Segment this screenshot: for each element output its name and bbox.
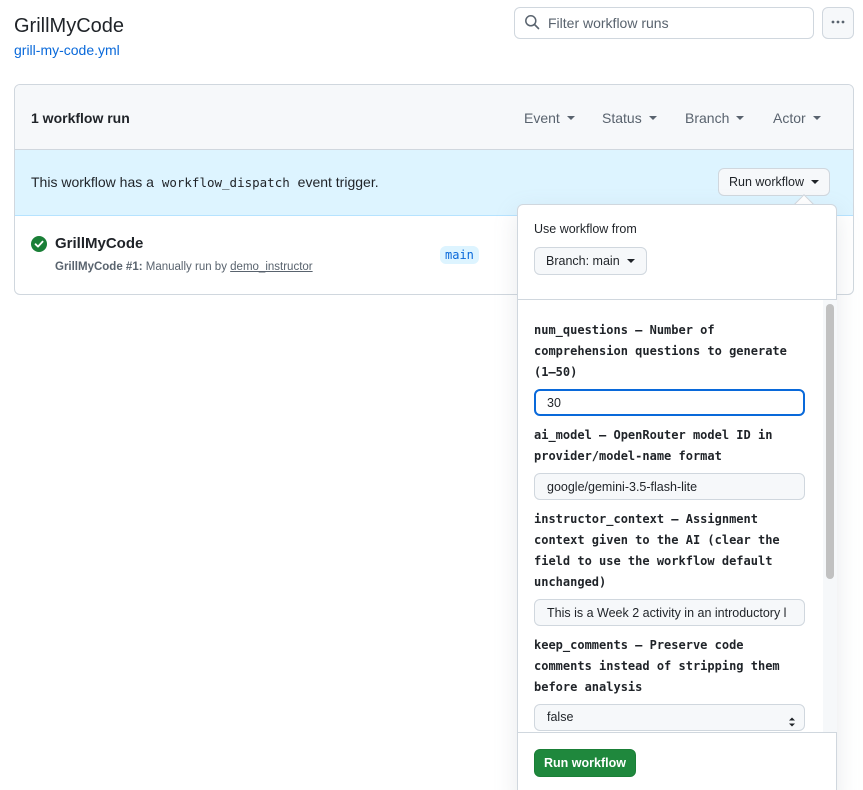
- branch-filter-dropdown[interactable]: Branch: [685, 110, 745, 126]
- ai-model-input[interactable]: [534, 473, 805, 500]
- select-arrows-icon: [788, 712, 796, 727]
- workflow-title: GrillMyCode: [14, 15, 125, 37]
- workflow-file-link[interactable]: grill-my-code.yml: [14, 42, 120, 58]
- runs-count: 1 workflow run: [31, 110, 130, 126]
- status-filter-dropdown[interactable]: Status: [602, 110, 657, 126]
- filter-runs-box[interactable]: [514, 7, 814, 39]
- caret-down-icon: [648, 116, 657, 120]
- event-filter-label: Event: [524, 110, 560, 126]
- keep-comments-value: false: [547, 710, 574, 724]
- banner-text-before: This workflow has a: [31, 174, 154, 190]
- branch-select-label: Branch: main: [546, 254, 620, 268]
- banner-code: workflow_dispatch: [161, 175, 290, 190]
- branch-select-button[interactable]: Branch: main: [534, 247, 647, 275]
- keep-comments-select[interactable]: false: [534, 704, 805, 731]
- keep-comments-label: keep_comments – Preserve code comments i…: [534, 638, 780, 694]
- branch-filter-label: Branch: [685, 110, 730, 126]
- search-icon: [524, 14, 540, 33]
- num-questions-input[interactable]: [534, 389, 805, 416]
- caret-down-icon: [626, 259, 635, 263]
- banner-text: This workflow has a workflow_dispatch ev…: [31, 174, 379, 190]
- run-number: GrillMyCode #1:: [55, 261, 143, 273]
- scrollbar-thumb[interactable]: [826, 304, 834, 579]
- kebab-horizontal-icon: [830, 14, 846, 33]
- num-questions-label: num_questions – Number of comprehension …: [534, 323, 787, 379]
- instructor-context-input[interactable]: [534, 599, 805, 626]
- branch-tag[interactable]: main: [440, 246, 479, 264]
- runs-header: 1 workflow run Event Status Branch Actor: [15, 85, 853, 150]
- caret-down-icon: [812, 116, 821, 120]
- divider: [518, 732, 836, 733]
- run-actor-link[interactable]: demo_instructor: [230, 261, 312, 273]
- run-workflow-dropdown-label: Run workflow: [729, 175, 805, 189]
- ai-model-label: ai_model – OpenRouter model ID in provid…: [534, 428, 773, 463]
- run-workflow-submit-button[interactable]: Run workflow: [534, 749, 636, 777]
- event-filter-dropdown[interactable]: Event: [524, 110, 575, 126]
- run-title[interactable]: GrillMyCode: [55, 235, 143, 252]
- run-meta: GrillMyCode #1: Manually run by demo_ins…: [55, 261, 313, 273]
- use-workflow-from-label: Use workflow from: [534, 222, 637, 236]
- filter-runs-input[interactable]: [548, 15, 798, 31]
- inputs-scroll-area[interactable]: num_questions – Number of comprehension …: [518, 300, 836, 732]
- status-filter-label: Status: [602, 110, 642, 126]
- caret-down-icon: [566, 116, 575, 120]
- run-trigger-text: Manually run by: [145, 261, 227, 273]
- actor-filter-label: Actor: [773, 110, 806, 126]
- banner-text-after: event trigger.: [297, 174, 379, 190]
- more-options-button[interactable]: [822, 7, 854, 39]
- caret-down-icon: [736, 116, 745, 120]
- run-workflow-panel: Use workflow from Branch: main num_quest…: [517, 204, 837, 790]
- run-workflow-dropdown-button[interactable]: Run workflow: [718, 168, 831, 196]
- instructor-context-label: instructor_context – Assignment context …: [534, 512, 780, 589]
- actor-filter-dropdown[interactable]: Actor: [773, 110, 821, 126]
- check-circle-fill-icon: [31, 236, 47, 255]
- caret-down-icon: [811, 180, 820, 184]
